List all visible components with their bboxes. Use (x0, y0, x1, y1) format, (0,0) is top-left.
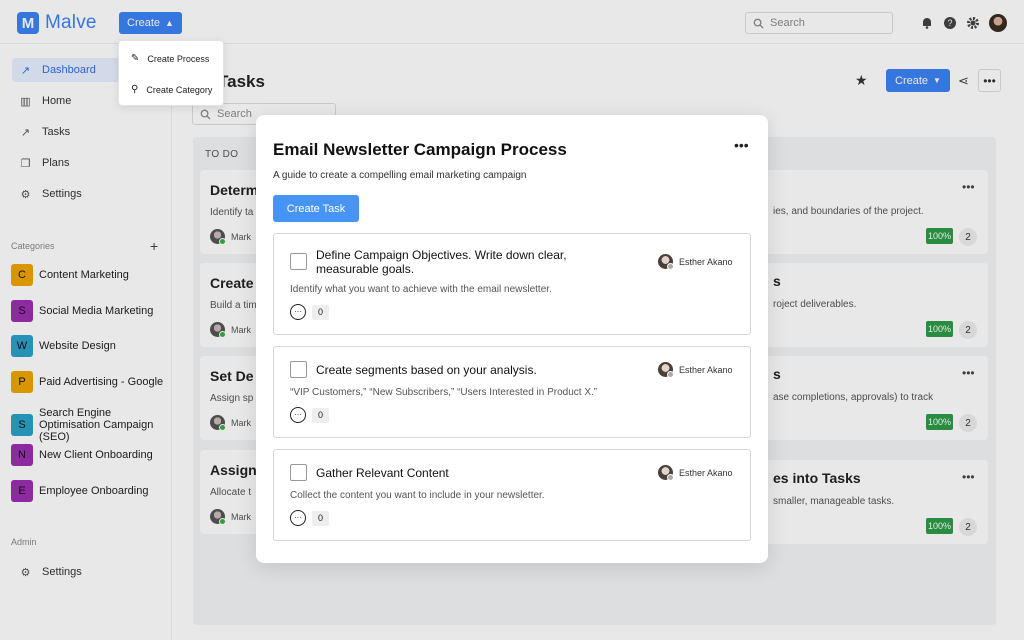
menu-item-label: Create Category (146, 84, 213, 95)
task-description: “VIP Customers,” “New Subscribers,” “Use… (290, 387, 598, 398)
task-comments[interactable]: ··· 0 (290, 304, 329, 320)
task-title: Define Campaign Objectives. Write down c… (316, 248, 567, 276)
comment-icon: ··· (290, 304, 306, 320)
app-root: M Malve Create ▲ Search ? ↗ Dashboard ▥ … (0, 0, 1024, 640)
more-icon[interactable]: ••• (734, 137, 749, 153)
menu-item-label: Create Process (147, 53, 210, 64)
menu-item-create-category[interactable]: ⚲ Create Category (131, 84, 212, 95)
pencil-icon: ✎ (131, 53, 140, 64)
task-comments[interactable]: ··· 0 (290, 407, 329, 423)
task-item[interactable]: Define Campaign Objectives. Write down c… (273, 233, 751, 335)
task-assignee[interactable]: Esther Akano (658, 465, 733, 481)
task-title: Create segments based on your analysis. (316, 363, 537, 377)
modal-subtitle: A guide to create a compelling email mar… (273, 170, 527, 181)
create-task-button[interactable]: Create Task (273, 195, 359, 222)
task-description: Collect the content you want to include … (290, 490, 545, 501)
task-checkbox[interactable] (290, 253, 307, 270)
comment-icon: ··· (290, 407, 306, 423)
assignee-name: Esther Akano (679, 256, 733, 267)
comment-count: 0 (312, 407, 329, 423)
comment-count: 0 (312, 304, 329, 320)
assignee-name: Esther Akano (679, 364, 733, 375)
modal-title: Email Newsletter Campaign Process (273, 140, 567, 159)
comment-icon: ··· (290, 510, 306, 526)
task-assignee[interactable]: Esther Akano (658, 362, 733, 378)
avatar (658, 362, 674, 378)
avatar (658, 254, 674, 270)
task-title: Gather Relevant Content (316, 466, 449, 480)
task-checkbox[interactable] (290, 464, 307, 481)
task-checkbox[interactable] (290, 361, 307, 378)
avatar (658, 465, 674, 481)
assignee-name: Esther Akano (679, 467, 733, 478)
create-dropdown-menu: ✎ Create Process ⚲ Create Category (118, 40, 224, 106)
task-assignee[interactable]: Esther Akano (658, 254, 733, 270)
comment-count: 0 (312, 510, 329, 526)
task-item[interactable]: Create segments based on your analysis. … (273, 346, 751, 438)
process-modal: Email Newsletter Campaign Process ••• A … (256, 115, 768, 563)
task-description: Identify what you want to achieve with t… (290, 284, 552, 295)
pin-icon: ⚲ (131, 84, 139, 95)
menu-item-create-process[interactable]: ✎ Create Process (131, 53, 209, 64)
task-comments[interactable]: ··· 0 (290, 510, 329, 526)
task-item[interactable]: Gather Relevant Content Esther Akano Col… (273, 449, 751, 541)
